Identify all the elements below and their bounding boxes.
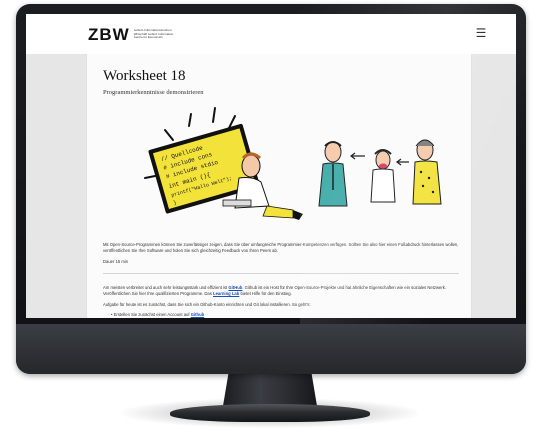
page-subtitle: Programmierkenntnisse demonstrieren <box>103 89 204 96</box>
task-paragraph: Aufgabe für heute ist es zunächst, dass … <box>103 302 311 307</box>
listener-figure-1 <box>318 141 348 207</box>
logo-mark: ZBW <box>88 25 130 44</box>
hamburger-menu-icon[interactable]: ☰ <box>474 26 488 40</box>
monitor-stand-base <box>170 404 370 422</box>
site-header: ZBW Leibniz-Informationszentrum Wirtscha… <box>26 14 516 54</box>
text-part: Erstellen Sie zunächst einen Account auf <box>113 312 191 317</box>
listener-figure-3 <box>412 139 442 205</box>
text-part: bietet Hilfe für den Einstieg. <box>239 290 292 296</box>
learning-lab-link[interactable]: Learning Lab <box>213 291 239 296</box>
worksheet-illustration: // Quellcode # include cons # include st… <box>144 107 442 220</box>
worksheet-card: Worksheet 18 Programmierkenntnisse demon… <box>86 54 472 318</box>
list-item: • Erstellen Sie zunächst einen Account a… <box>111 312 205 317</box>
listener-figure-2 <box>370 149 396 203</box>
github-link[interactable]: GitHub <box>228 285 242 290</box>
duration-label: Dauer 15 min <box>103 259 129 264</box>
github-paragraph: Am meisten verbreitet und auch sehr leis… <box>103 285 459 296</box>
section-divider <box>103 273 459 274</box>
zbw-logo[interactable]: ZBW Leibniz-Informationszentrum Wirtscha… <box>88 26 174 43</box>
page-title: Worksheet 18 <box>103 68 186 84</box>
monitor-chin <box>16 324 526 374</box>
text-part: Am meisten verbreitet und auch sehr leis… <box>103 285 229 290</box>
github-account-link[interactable]: Github <box>191 312 205 317</box>
worksheet-description: Mit Open-Source-Programmen können Sie zu… <box>103 242 459 253</box>
monitor-screen: ZBW Leibniz-Informationszentrum Wirtscha… <box>26 14 516 318</box>
logo-text: Leibniz-Informationszentrum Wirtschaft L… <box>133 28 174 40</box>
